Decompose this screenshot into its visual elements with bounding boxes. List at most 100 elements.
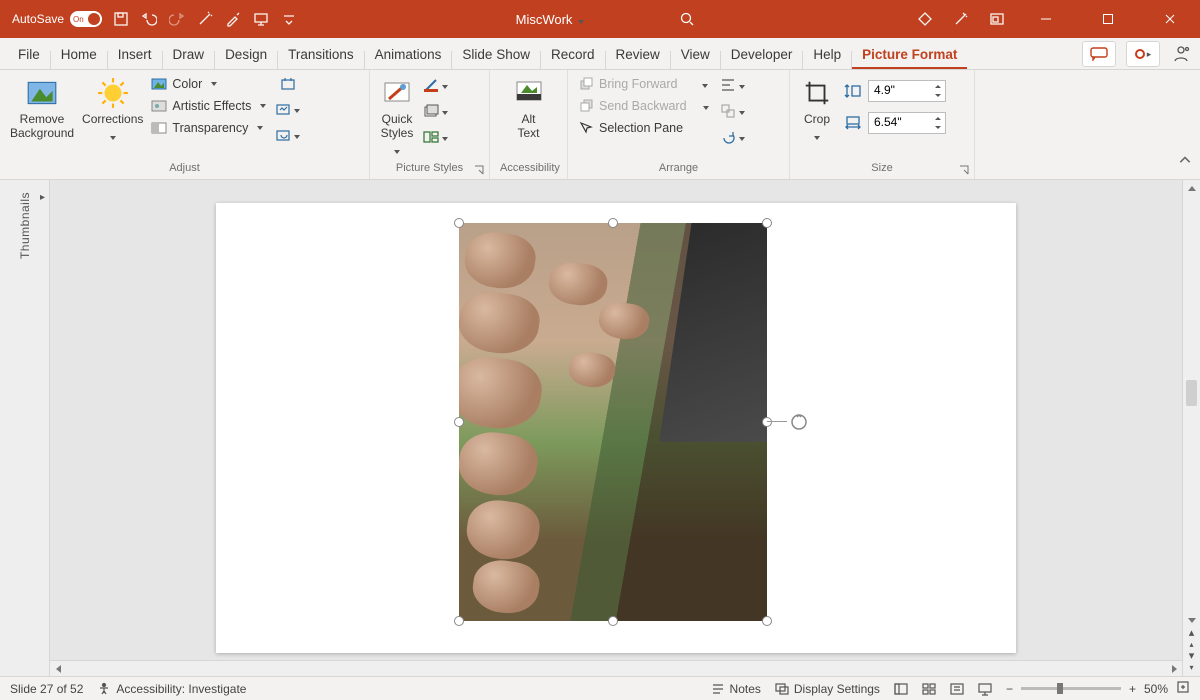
transparency-button[interactable]: Transparency (151, 120, 266, 136)
tab-home[interactable]: Home (51, 41, 107, 69)
close-button[interactable] (1148, 0, 1192, 38)
tab-design[interactable]: Design (215, 41, 277, 69)
view-normal-icon[interactable] (894, 682, 908, 696)
width-input[interactable]: 6.54" (868, 112, 946, 134)
resize-handle[interactable] (454, 417, 464, 427)
view-slideshow-icon[interactable] (978, 682, 992, 696)
comments-button[interactable] (1082, 41, 1116, 67)
diamond-icon[interactable] (916, 10, 934, 28)
rotate-button[interactable] (719, 128, 747, 146)
tab-record[interactable]: Record (541, 41, 605, 69)
tab-transitions[interactable]: Transitions (278, 41, 364, 69)
horizontal-scrollbar[interactable] (50, 660, 1182, 676)
spinner-down[interactable] (932, 91, 944, 100)
autosave-toggle[interactable]: AutoSave On (12, 11, 102, 27)
slide[interactable] (216, 203, 1016, 653)
scroll-down-icon[interactable] (1183, 612, 1200, 628)
maximize-button[interactable] (1086, 0, 1130, 38)
next-slide-icon[interactable]: ▾ (1189, 651, 1195, 662)
selection-pane-button[interactable]: Selection Pane (578, 120, 711, 136)
remove-background-button[interactable]: Remove Background (10, 76, 74, 141)
picture-layout-button[interactable] (422, 128, 450, 146)
color-button[interactable]: Color (151, 76, 266, 92)
resize-handle[interactable] (608, 616, 618, 626)
zoom-in-button[interactable]: + (1129, 682, 1136, 696)
tab-insert[interactable]: Insert (108, 41, 162, 69)
picture-effects-button[interactable] (422, 102, 450, 120)
group-label-picstyles: Picture Styles (380, 162, 479, 177)
qat-overflow-icon[interactable] (280, 10, 298, 28)
save-icon[interactable] (112, 10, 130, 28)
reset-picture-button[interactable] (274, 126, 302, 144)
chevron-down-icon (294, 126, 302, 144)
autosave-switch[interactable]: On (70, 11, 102, 27)
expand-thumbnails-icon[interactable]: ▸ (40, 192, 45, 203)
slide-canvas-area[interactable] (50, 180, 1182, 676)
resize-handle[interactable] (762, 616, 772, 626)
tab-animations[interactable]: Animations (365, 41, 452, 69)
accessibility-status[interactable]: Accessibility: Investigate (97, 682, 246, 696)
zoom-out-button[interactable]: − (1006, 682, 1013, 696)
window-mode-icon[interactable] (988, 10, 1006, 28)
scrollbar-thumb[interactable] (1186, 380, 1197, 406)
tab-draw[interactable]: Draw (163, 41, 215, 69)
undo-icon[interactable] (140, 10, 158, 28)
spinner-up[interactable] (932, 114, 944, 123)
scroll-up-icon[interactable] (1183, 180, 1200, 196)
scroll-right-icon[interactable] (1166, 661, 1182, 676)
resize-handle[interactable] (454, 616, 464, 626)
tab-view[interactable]: View (671, 41, 720, 69)
redo-icon[interactable] (168, 10, 186, 28)
display-settings-button[interactable]: Display Settings (775, 682, 880, 696)
resize-handle[interactable] (762, 417, 772, 427)
corrections-button[interactable]: Corrections (82, 76, 143, 144)
sparkle-icon[interactable] (952, 10, 970, 28)
dialog-launcher-icon[interactable] (958, 163, 970, 175)
spinner-up[interactable] (932, 82, 944, 91)
record-button[interactable]: ▸ (1126, 41, 1160, 67)
change-picture-button[interactable] (274, 100, 302, 118)
collapse-ribbon-icon[interactable] (1178, 154, 1192, 173)
zoom-slider-thumb[interactable] (1057, 683, 1063, 694)
tab-developer[interactable]: Developer (721, 41, 803, 69)
spinner-down[interactable] (932, 123, 944, 132)
eyedropper-icon[interactable] (224, 10, 242, 28)
rotate-handle[interactable] (789, 412, 809, 432)
view-reading-icon[interactable] (950, 682, 964, 696)
resize-handle[interactable] (608, 218, 618, 228)
thumbnails-pane[interactable]: ▸ Thumbnails (0, 180, 50, 676)
tab-help[interactable]: Help (803, 41, 851, 69)
notes-button[interactable]: Notes (711, 682, 761, 696)
view-sorter-icon[interactable] (922, 682, 936, 696)
minimize-button[interactable] (1024, 0, 1068, 38)
tab-file[interactable]: File (8, 41, 50, 69)
prev-slide-icon[interactable]: ▴ (1189, 628, 1195, 639)
alt-text-button[interactable]: Alt Text (512, 76, 546, 141)
compress-pictures-button[interactable] (279, 76, 297, 92)
group-accessibility: Alt Text Accessibility (490, 70, 568, 179)
scroll-left-icon[interactable] (50, 661, 66, 676)
crop-button[interactable]: Crop (800, 76, 834, 144)
slide-counter[interactable]: Slide 27 of 52 (10, 682, 83, 696)
tab-review[interactable]: Review (606, 41, 670, 69)
resize-handle[interactable] (762, 218, 772, 228)
align-button[interactable] (719, 76, 747, 94)
artistic-effects-button[interactable]: Artistic Effects (151, 98, 266, 114)
zoom-slider[interactable] (1021, 687, 1121, 690)
selected-picture[interactable] (459, 223, 767, 621)
fit-to-window-icon[interactable] (1176, 680, 1190, 697)
search-icon[interactable] (676, 8, 698, 30)
dialog-launcher-icon[interactable] (473, 163, 485, 175)
vertical-scrollbar[interactable]: ▴ ▴ ▾ ▾ (1182, 180, 1200, 676)
wand-icon[interactable] (196, 10, 214, 28)
picture-border-button[interactable] (422, 76, 450, 94)
present-icon[interactable] (252, 10, 270, 28)
quick-styles-button[interactable]: Quick Styles (380, 76, 414, 157)
tab-picture-format[interactable]: Picture Format (852, 41, 967, 69)
zoom-percent[interactable]: 50% (1144, 682, 1168, 696)
tab-slideshow[interactable]: Slide Show (452, 41, 540, 69)
resize-handle[interactable] (454, 218, 464, 228)
share-icon[interactable] (1170, 43, 1192, 65)
height-input[interactable]: 4.9" (868, 80, 946, 102)
document-name[interactable]: MiscWork (516, 12, 587, 27)
